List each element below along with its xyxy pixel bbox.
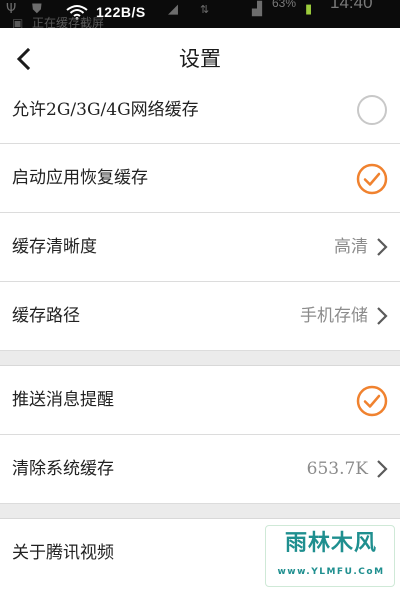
setting-cache-clarity-label: 缓存清晰度 [12,237,97,257]
signal-icon: ▟ [252,2,262,17]
watermark-logo-text: 雨林木风 [284,531,377,556]
section-divider [0,504,400,519]
setting-push-notify-label: 推送消息提醒 [12,390,114,410]
battery-percent: 63% [272,0,297,10]
data-transfer-icon: ⇅ [200,3,210,16]
unchecked-circle-icon[interactable] [356,94,388,126]
setting-restore-cache-label: 启动应用恢复缓存 [12,168,148,188]
chevron-right-icon [377,460,388,478]
clock: 14:40 [330,0,373,12]
notification-text: 正在缓存截屏 [32,16,105,28]
watermark-logo: 雨林木风 www.YLMFU.CoM [265,525,395,587]
battery-charging-icon: ▮ [305,2,313,17]
setting-clear-cache[interactable]: 清除系统缓存 653.7K [0,435,400,504]
setting-cache-path-value: 手机存储 [300,306,368,326]
chevron-left-icon [16,47,31,71]
checked-circle-icon[interactable] [356,163,388,195]
mute-icon: ◢ [168,2,178,17]
back-button[interactable] [6,40,42,76]
setting-cache-path-label: 缓存路径 [12,306,80,326]
setting-restore-cache[interactable]: 启动应用恢复缓存 [0,144,400,213]
section-divider [0,351,400,366]
chevron-right-icon [377,307,388,325]
setting-push-notify[interactable]: 推送消息提醒 [0,366,400,435]
setting-cache-path[interactable]: 缓存路径 手机存储 [0,282,400,351]
page-title: 设置 [179,47,221,71]
setting-network-cache-label: 允许2G/3G/4G网络缓存 [12,100,199,120]
setting-cache-clarity[interactable]: 缓存清晰度 高清 [0,213,400,282]
setting-network-cache[interactable]: 允许2G/3G/4G网络缓存 [0,75,400,144]
checked-circle-icon[interactable] [356,385,388,417]
setting-clear-cache-value: 653.7K [306,459,368,479]
notification-icon: ▣ [12,16,24,28]
shield-icon: ⛊ [32,2,42,17]
setting-about-label: 关于腾讯视频 [12,543,114,563]
chevron-right-icon [377,238,388,256]
setting-cache-clarity-value: 高清 [334,237,368,257]
status-bar: Ψ ⛊ 122B/S ▣ 正在缓存截屏 ◢ ⇅ ▟ 63% ▮ 14:40 [0,0,400,28]
setting-clear-cache-label: 清除系统缓存 [12,459,114,479]
watermark-url: www.YLMFU.CoM [277,567,385,577]
usb-icon: Ψ [6,2,17,17]
